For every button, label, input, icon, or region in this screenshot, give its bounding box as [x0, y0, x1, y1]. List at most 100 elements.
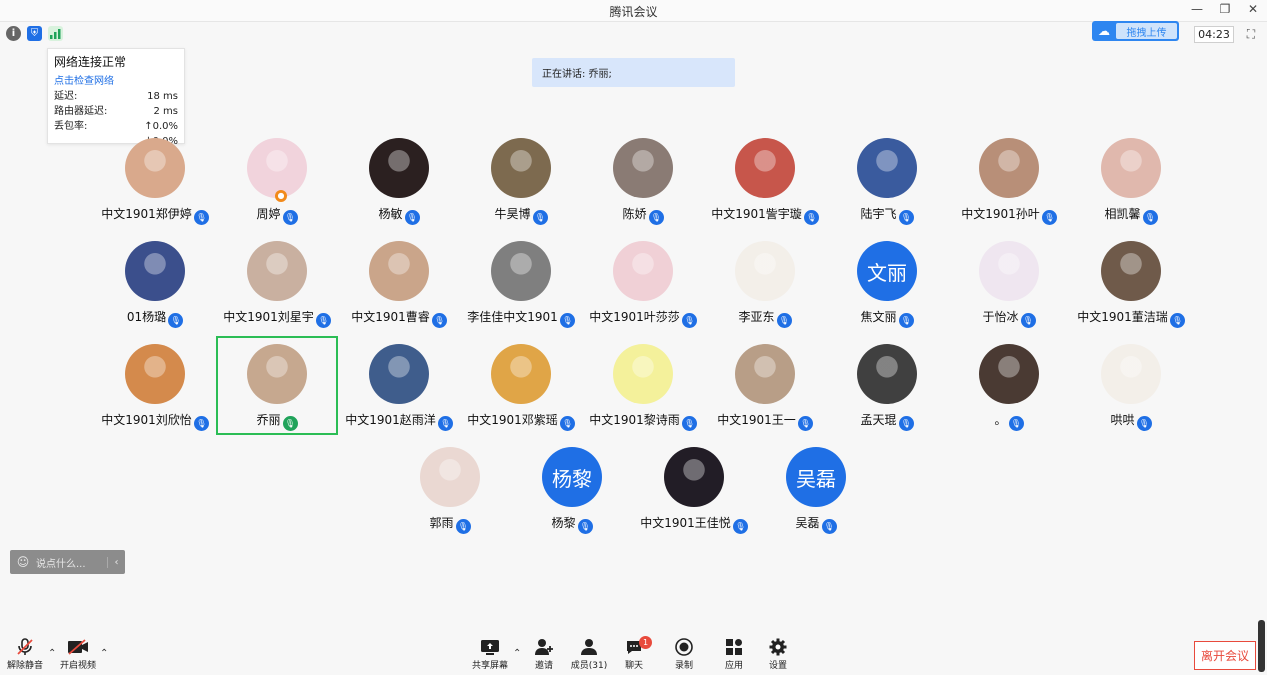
- avatar: [369, 241, 429, 301]
- mic-icon: 🎙: [898, 313, 914, 328]
- participant-tile[interactable]: 相凯馨 🎙: [1071, 132, 1191, 228]
- window-controls: — ❐ ✕: [1191, 2, 1259, 16]
- leave-meeting-button[interactable]: 离开会议: [1194, 641, 1256, 670]
- close-icon[interactable]: ✕: [1247, 2, 1259, 16]
- mic-icon: 🎙: [404, 210, 420, 225]
- participant-name: 01杨璐: [126, 310, 167, 324]
- participant-name: 中文1901曹睿: [351, 310, 430, 324]
- minimize-icon[interactable]: —: [1191, 2, 1203, 16]
- participant-tile[interactable]: 吴磊 吴磊 🎙: [756, 441, 876, 537]
- chat-label: 聊天: [624, 661, 643, 671]
- collapse-chevron-icon[interactable]: ‹: [107, 556, 125, 568]
- avatar: [420, 447, 480, 507]
- participant-name: 李亚东: [738, 310, 775, 324]
- start-video-label: 开启视频: [59, 661, 96, 671]
- apps-label: 应用: [724, 661, 743, 671]
- mic-icon: 🎙: [532, 210, 548, 225]
- participant-name: 中文1901董洁瑞: [1077, 310, 1168, 324]
- record-button[interactable]: 录制: [661, 636, 707, 675]
- apps-button[interactable]: 应用: [711, 636, 757, 675]
- chat-input[interactable]: ☺ 说点什么... ‹: [10, 550, 125, 574]
- video-options-caret-icon[interactable]: ⌃: [100, 648, 108, 659]
- participant-name: 中文1901王佳悦: [640, 516, 731, 530]
- record-label: 录制: [674, 661, 693, 671]
- avatar: [247, 344, 307, 404]
- participant-name: 中文1901郑伊婷: [101, 207, 192, 221]
- participant-name-row: 吴磊 🎙: [736, 514, 896, 534]
- avatar: [369, 138, 429, 198]
- participant-name: 陆宇飞: [860, 207, 897, 221]
- participant-name: 李佳佳中文1901: [467, 310, 558, 324]
- avatar: [979, 344, 1039, 404]
- signal-icon[interactable]: [48, 26, 63, 41]
- participant-name-row: 中文1901董洁瑞 🎙: [1051, 308, 1211, 328]
- mic-icon: 🎙: [455, 519, 471, 534]
- participant-name: 哄哄: [1110, 413, 1135, 427]
- upload-label: 拖拽上传: [1116, 23, 1177, 39]
- participant-name: 中文1901刘星宇: [223, 310, 314, 324]
- invite-label: 邀请: [534, 661, 553, 671]
- mic-on-icon: 🎙: [282, 416, 298, 431]
- participant-tile[interactable]: 哄哄 🎙: [1071, 338, 1191, 434]
- fullscreen-icon[interactable]: ⛶: [1243, 26, 1259, 42]
- network-stat-label: 延迟:: [54, 91, 78, 102]
- shield-icon[interactable]: ⛨: [27, 26, 42, 41]
- chat-unread-badge: 1: [639, 636, 652, 649]
- avatar: [735, 241, 795, 301]
- settings-button[interactable]: 设置: [755, 636, 801, 675]
- mic-icon: 🎙: [898, 416, 914, 431]
- participant-name: 中文1901孙叶: [961, 207, 1040, 221]
- start-video-button[interactable]: 开启视频: [55, 636, 101, 675]
- mic-icon: 🎙: [1136, 416, 1152, 431]
- invite-button[interactable]: 邀请: [521, 636, 567, 675]
- mic-icon: 🎙: [821, 519, 837, 534]
- scrollbar[interactable]: [1258, 620, 1265, 672]
- emoji-icon[interactable]: ☺: [10, 555, 36, 569]
- mic-icon: 🎙: [1020, 313, 1036, 328]
- participant-name: 杨敏: [378, 207, 403, 221]
- avatar: 吴磊: [786, 447, 846, 507]
- participant-name: 陈娇: [622, 207, 647, 221]
- network-stat-value: 18 ms: [147, 91, 178, 102]
- mic-icon: 🎙: [776, 313, 792, 328]
- participant-name: 牛昊博: [494, 207, 531, 221]
- participant-name: 于怡冰: [982, 310, 1019, 324]
- participant-name-row: 哄哄 🎙: [1051, 411, 1211, 431]
- video-off-icon: [55, 636, 101, 658]
- share-screen-icon: [467, 636, 513, 658]
- share-screen-button[interactable]: 共享屏幕: [467, 636, 513, 675]
- participant-name: 中文1901叶莎莎: [589, 310, 680, 324]
- status-strip: i ⛨: [6, 26, 63, 41]
- restore-icon[interactable]: ❐: [1219, 2, 1231, 16]
- mic-icon: 🎙: [577, 519, 593, 534]
- muted-mic-icon: [2, 636, 48, 658]
- avatar: [125, 138, 185, 198]
- info-icon[interactable]: i: [6, 26, 21, 41]
- avatar: [979, 138, 1039, 198]
- participant-name: 中文1901邓紫瑶: [467, 413, 558, 427]
- mic-icon: 🎙: [168, 313, 184, 328]
- network-status-title: 网络连接正常: [54, 55, 127, 69]
- gear-icon: [755, 636, 801, 658]
- participant-name: 中文1901赵雨洋: [345, 413, 436, 427]
- members-button[interactable]: 成员(31): [566, 636, 612, 675]
- network-stat-value: 2 ms: [153, 106, 179, 117]
- bottom-toolbar: 解除静音 ⌃ 开启视频 ⌃ 共享屏幕 ⌃ 邀请 成员(31) 1 聊天 录制 应…: [0, 636, 1267, 675]
- unmute-button[interactable]: 解除静音: [2, 636, 48, 675]
- chat-button[interactable]: 1 聊天: [611, 636, 657, 675]
- window-title: 腾讯会议: [609, 5, 658, 19]
- check-network-link[interactable]: 点击检查网络: [54, 72, 178, 87]
- avatar: [491, 241, 551, 301]
- apps-grid-icon: [711, 636, 757, 658]
- host-badge-icon: ●: [275, 190, 287, 202]
- avatar: [613, 344, 673, 404]
- mic-icon: 🎙: [1142, 210, 1158, 225]
- participant-name-row: 相凯馨 🎙: [1051, 205, 1211, 225]
- avatar: [613, 138, 673, 198]
- record-icon: [661, 636, 707, 658]
- network-stat-label: 丢包率:: [54, 121, 88, 132]
- avatar: [664, 447, 724, 507]
- mic-icon: 🎙: [898, 210, 914, 225]
- participant-tile[interactable]: 中文1901董洁瑞 🎙: [1071, 235, 1191, 331]
- upload-button[interactable]: ☁ 拖拽上传: [1092, 21, 1179, 41]
